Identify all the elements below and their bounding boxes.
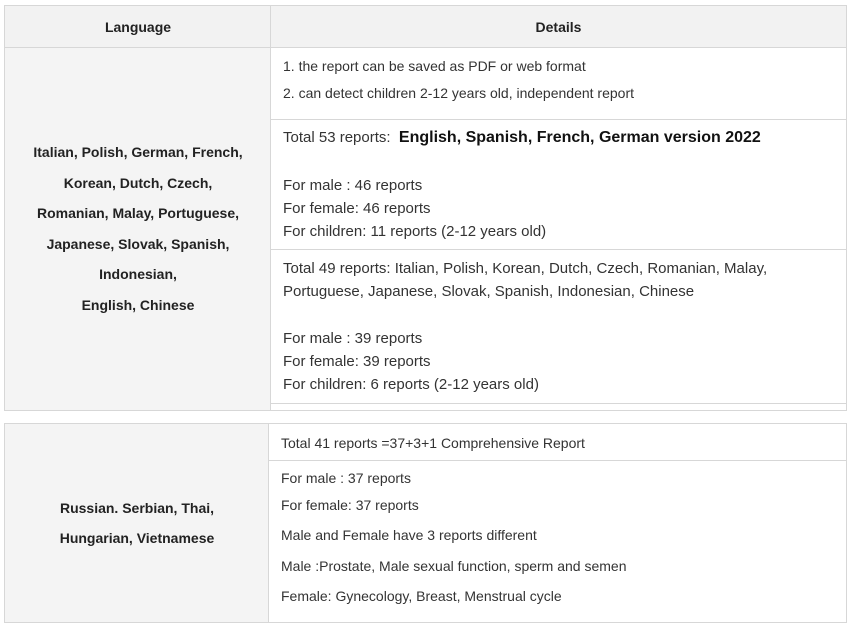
male-reports: For male : 46 reports [283, 177, 423, 194]
male-reports: For male : 39 reports [283, 330, 423, 347]
column-divider [268, 424, 269, 622]
detail-line: 1. the report can be saved as PDF or web… [283, 58, 586, 74]
language-line: Japanese, Slovak, Spanish, [46, 235, 230, 252]
details-cell-total: Total 41 reports =37+3+1 Comprehensive R… [269, 424, 846, 460]
row-divider [271, 249, 846, 250]
female-reports: For female: 37 reports [281, 497, 419, 513]
language-cell: Italian, Polish, German, French, Korean,… [5, 47, 271, 410]
male-reports: For male : 37 reports [281, 470, 411, 486]
detail-line: 2. can detect children 2-12 years old, i… [283, 85, 635, 101]
row-divider [269, 460, 846, 461]
male-specific-reports: Male :Prostate, Male sexual function, sp… [281, 558, 627, 574]
details-cell-reports: For male : 37 reports For female: 37 rep… [269, 460, 846, 622]
row-divider [271, 403, 846, 404]
total-reports-line: Total 53 reports: English, Spanish, Fren… [283, 129, 761, 147]
details-cell-english-version: Total 53 reports: English, Spanish, Fren… [271, 119, 846, 249]
total-reports-line: Portuguese, Japanese, Slovak, Spanish, I… [283, 283, 695, 300]
header-language-label: Language [104, 18, 172, 35]
language-line: Korean, Dutch, Czech, [63, 174, 213, 191]
version-highlight: English, Spanish, French, German version… [398, 129, 761, 146]
language-line: Romanian, Malay, Portuguese, [36, 205, 239, 221]
details-cell-general: 1. the report can be saved as PDF or web… [271, 47, 846, 119]
additional-languages-table: Russian. Serbian, Thai, Hungarian, Vietn… [4, 423, 847, 623]
header-language: Language [5, 6, 271, 47]
language-line: Russian. Serbian, Thai, [59, 499, 215, 516]
total-reports-line: Total 49 reports: Italian, Polish, Korea… [283, 260, 768, 277]
difference-note: Male and Female have 3 reports different [281, 527, 537, 543]
header-details-label: Details [535, 18, 582, 35]
children-reports: For children: 11 reports (2-12 years old… [283, 223, 547, 240]
language-line: Hungarian, Vietnamese [59, 530, 215, 546]
children-reports: For children: 6 reports (2-12 years old) [283, 376, 539, 393]
column-divider [270, 6, 271, 410]
row-divider [271, 119, 846, 120]
female-specific-reports: Female: Gynecology, Breast, Menstrual cy… [281, 588, 562, 604]
header-details: Details [271, 6, 846, 47]
language-line: Indonesian, [99, 266, 177, 282]
row-divider [5, 47, 846, 48]
total-reports-line: Total 41 reports =37+3+1 Comprehensive R… [281, 435, 585, 451]
language-details-table: Language Details Italian, Polish, German… [4, 5, 847, 411]
female-reports: For female: 46 reports [283, 200, 431, 217]
language-line: English, Chinese [81, 296, 195, 313]
total-reports-text: Total 53 reports: [283, 129, 391, 146]
female-reports: For female: 39 reports [283, 353, 431, 370]
language-cell: Russian. Serbian, Thai, Hungarian, Vietn… [5, 424, 269, 622]
language-line: Italian, Polish, German, French, [33, 144, 243, 160]
details-cell-other-languages: Total 49 reports: Italian, Polish, Korea… [271, 249, 846, 403]
